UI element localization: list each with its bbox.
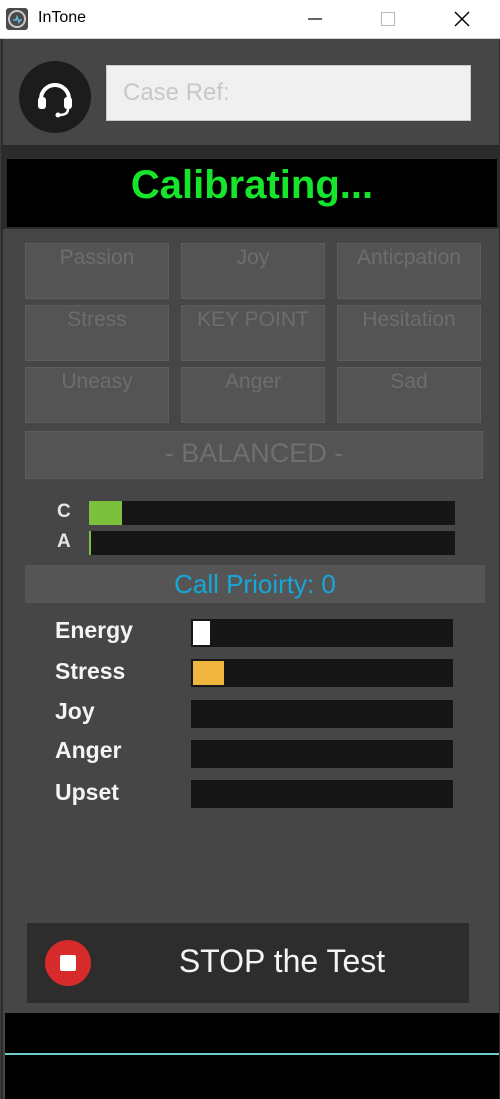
- a-bar-track: [89, 531, 455, 555]
- emotion-tile-anger: Anger: [181, 367, 325, 423]
- maximize-button[interactable]: [363, 0, 413, 38]
- emotion-tile-hesitation: Hesitation: [337, 305, 481, 361]
- meter-label-joy: Joy: [55, 698, 95, 724]
- emotion-tile-passion: Passion: [25, 243, 169, 299]
- headset-icon: [38, 83, 72, 118]
- meter-track-energy: [191, 619, 453, 647]
- stop-test-button[interactable]: STOP the Test: [27, 923, 469, 1003]
- c-bar-track: [89, 501, 455, 525]
- maximize-icon: [381, 12, 395, 26]
- meter-label-upset: Upset: [55, 779, 119, 805]
- calibration-status: Calibrating...: [7, 159, 497, 227]
- close-button[interactable]: [437, 0, 487, 38]
- meter-track-joy: [191, 700, 453, 728]
- c-bar-label: C: [57, 501, 71, 522]
- bottom-panel: [5, 1013, 499, 1053]
- headset-button[interactable]: [19, 61, 91, 133]
- a-bar-fill: [89, 531, 91, 555]
- emotion-tile-joy: Joy: [181, 243, 325, 299]
- meter-track-upset: [191, 780, 453, 808]
- window-title: InTone: [38, 9, 87, 26]
- title-bar: InTone: [0, 0, 500, 39]
- emotion-tile-anticipation: Anticpation: [337, 243, 481, 299]
- meter-track-stress: [191, 659, 453, 687]
- close-icon: [454, 11, 470, 27]
- stop-test-label: STOP the Test: [178, 943, 386, 979]
- call-priority: Call Prioirty: 0: [25, 565, 485, 603]
- emotion-tile-key-point: KEY POINT: [181, 305, 325, 361]
- minimize-icon: [308, 18, 322, 20]
- meter-track-anger: [191, 740, 453, 768]
- meter-label-anger: Anger: [55, 737, 122, 763]
- meter-fill-stress: [193, 661, 224, 685]
- minimize-button[interactable]: [290, 0, 340, 38]
- emotion-tile-stress: Stress: [25, 305, 169, 361]
- case-ref-input[interactable]: [106, 65, 471, 121]
- emotion-tile-uneasy: Uneasy: [25, 367, 169, 423]
- a-bar-label: A: [57, 531, 71, 552]
- balanced-indicator: - BALANCED -: [25, 431, 483, 479]
- meter-fill-energy: [193, 621, 210, 645]
- c-bar-fill: [89, 501, 122, 525]
- meter-label-energy: Energy: [55, 617, 133, 643]
- bottom-strip: [5, 1055, 499, 1099]
- meter-label-stress: Stress: [55, 658, 126, 684]
- app-panel: Calibrating... Passion Joy Anticpation S…: [1, 39, 500, 1099]
- stop-icon: [45, 940, 91, 986]
- emotion-tile-sad: Sad: [337, 367, 481, 423]
- app-logo-icon: [6, 8, 28, 30]
